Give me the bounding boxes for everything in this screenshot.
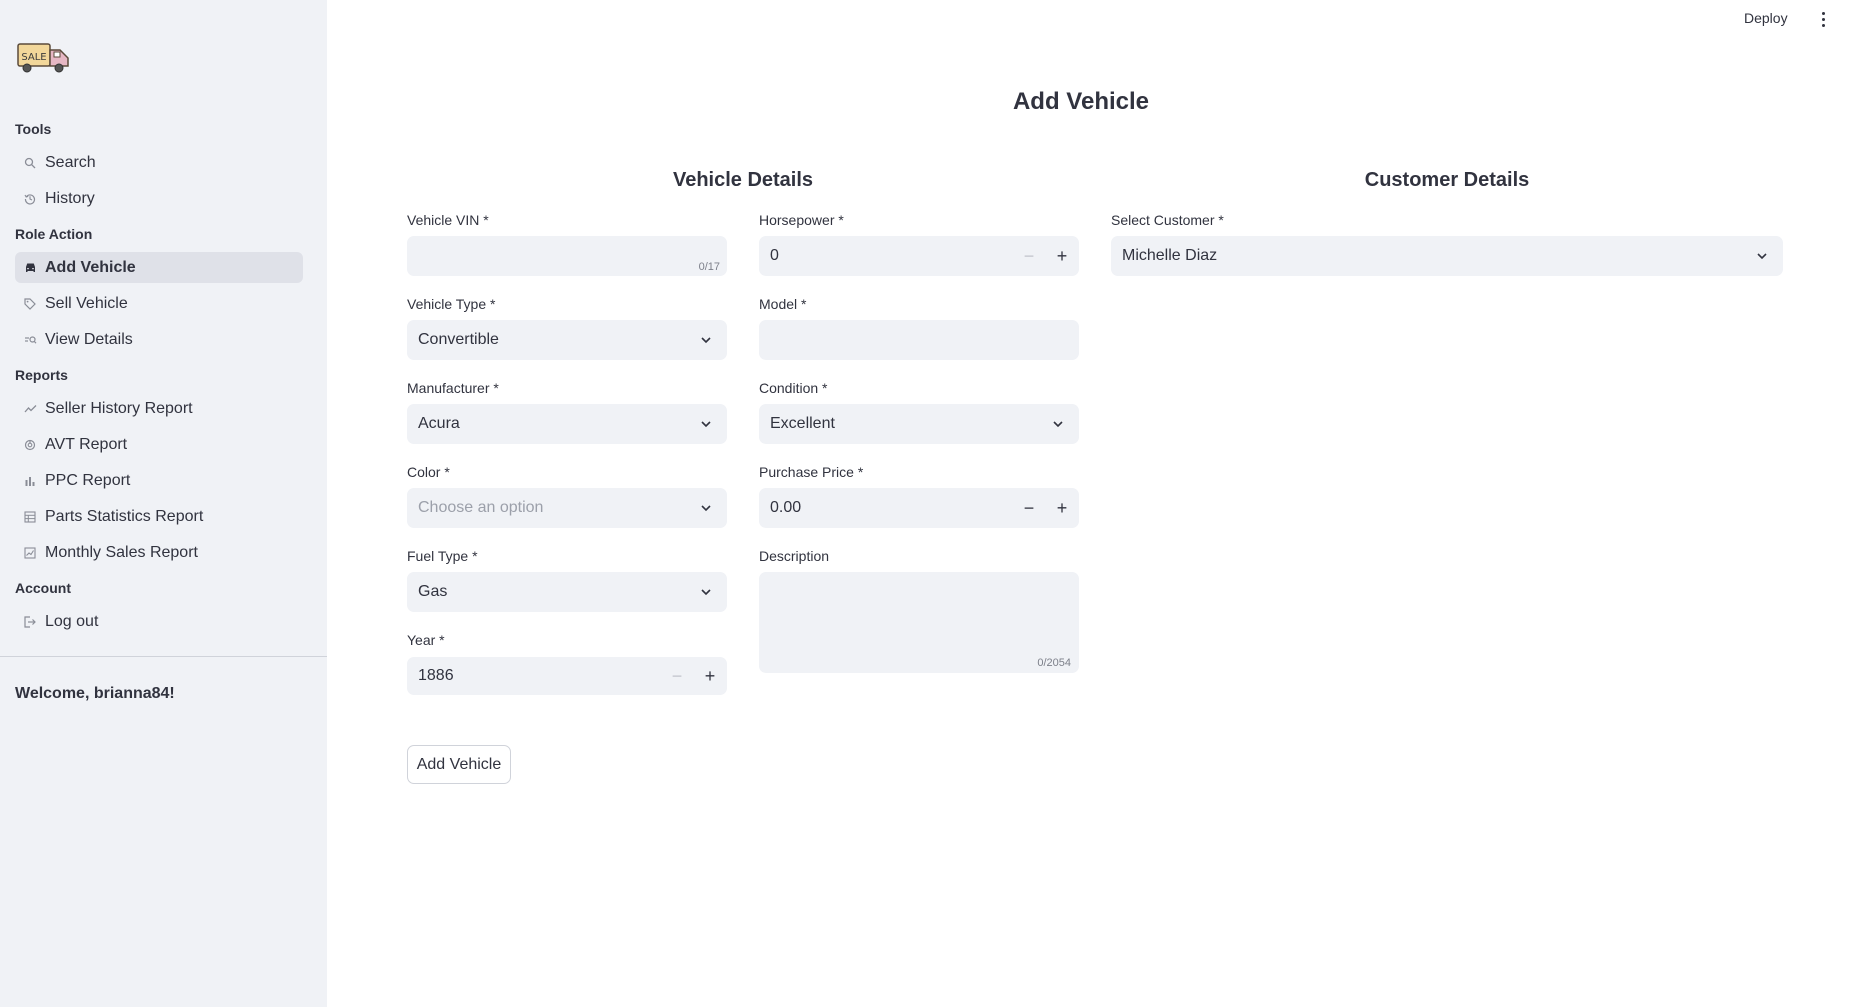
sidebar-item-view-details[interactable]: View Details — [15, 324, 303, 355]
add-vehicle-submit-button[interactable]: Add Vehicle — [407, 745, 511, 784]
customer-select[interactable]: Michelle Diaz — [1111, 236, 1783, 276]
manufacturer-value: Acura — [418, 415, 460, 432]
svg-text:SALE: SALE — [21, 52, 46, 63]
welcome-message: Welcome, brianna84! — [15, 685, 175, 702]
chevron-down-icon — [701, 589, 711, 596]
sidebar: SALE Tools Search History Role Action Ad… — [0, 0, 327, 1007]
year-increment-button[interactable]: + — [698, 664, 722, 688]
condition-select[interactable]: Excellent — [759, 404, 1079, 444]
sidebar-item-label: Search — [45, 153, 96, 171]
search-icon — [15, 157, 45, 169]
person-search-icon — [15, 334, 45, 346]
sidebar-item-label: History — [45, 189, 95, 207]
chevron-down-icon — [701, 421, 711, 428]
description-label: Description — [759, 548, 830, 564]
year-label: Year * — [407, 632, 445, 648]
manufacturer-label: Manufacturer * — [407, 380, 499, 396]
purchase-price-decrement-button[interactable]: − — [1017, 496, 1041, 520]
sidebar-item-monthly-sales-report[interactable]: Monthly Sales Report — [15, 537, 303, 568]
more-menu-icon[interactable] — [1815, 9, 1831, 29]
sidebar-item-history[interactable]: History — [15, 183, 303, 214]
sidebar-item-parts-statistics-report[interactable]: Parts Statistics Report — [15, 501, 303, 532]
logout-icon — [15, 615, 45, 628]
sidebar-item-ppc-report[interactable]: PPC Report — [15, 465, 303, 496]
color-placeholder: Choose an option — [418, 499, 544, 516]
sidebar-item-add-vehicle[interactable]: Add Vehicle — [15, 252, 303, 283]
section-role-action: Role Action — [15, 226, 93, 242]
manufacturer-select[interactable]: Acura — [407, 404, 727, 444]
customer-value: Michelle Diaz — [1122, 247, 1218, 264]
deploy-button[interactable]: Deploy — [1744, 10, 1788, 26]
sidebar-item-label: Seller History Report — [45, 399, 193, 417]
donut-icon — [15, 439, 45, 451]
vin-label: Vehicle VIN * — [407, 212, 489, 228]
purchase-price-label: Purchase Price * — [759, 464, 864, 480]
vin-input[interactable]: 0/17 — [407, 236, 727, 276]
line-chart-icon — [15, 546, 45, 559]
sidebar-item-label: Add Vehicle — [45, 258, 136, 276]
car-icon — [15, 262, 45, 274]
customer-details-heading: Customer Details — [1364, 169, 1530, 191]
sidebar-item-label: Log out — [45, 612, 99, 630]
model-label: Model * — [759, 296, 807, 312]
chevron-down-icon — [701, 505, 711, 512]
sidebar-item-label: PPC Report — [45, 471, 131, 489]
vin-char-counter: 0/17 — [698, 261, 720, 273]
year-decrement-button[interactable]: − — [665, 664, 689, 688]
year-value: 1886 — [418, 667, 454, 684]
color-label: Color * — [407, 464, 450, 480]
horsepower-increment-button[interactable]: + — [1050, 244, 1074, 268]
description-textarea[interactable]: 0/2054 — [759, 572, 1079, 673]
sidebar-item-label: Monthly Sales Report — [45, 543, 198, 561]
vehicle-type-label: Vehicle Type * — [407, 296, 496, 312]
chevron-down-icon — [701, 337, 711, 344]
sidebar-item-avt-report[interactable]: AVT Report — [15, 429, 303, 460]
vehicle-type-value: Convertible — [418, 331, 499, 348]
section-reports: Reports — [15, 367, 68, 383]
sidebar-item-sell-vehicle[interactable]: Sell Vehicle — [15, 288, 303, 319]
sidebar-divider — [0, 656, 327, 657]
year-number-input[interactable]: 1886 − + — [407, 657, 727, 695]
horsepower-decrement-button[interactable]: − — [1017, 244, 1041, 268]
trend-icon — [15, 404, 45, 414]
model-input[interactable] — [759, 320, 1079, 360]
condition-value: Excellent — [770, 415, 835, 432]
sidebar-item-search[interactable]: Search — [15, 147, 303, 178]
tag-icon — [15, 297, 45, 310]
sidebar-item-log-out[interactable]: Log out — [15, 606, 303, 637]
condition-label: Condition * — [759, 380, 828, 396]
customer-label: Select Customer * — [1111, 212, 1224, 228]
horsepower-number-input[interactable]: 0 − + — [759, 236, 1079, 276]
sidebar-item-label: Parts Statistics Report — [45, 507, 204, 525]
table-icon — [15, 510, 45, 523]
bar-chart-icon — [15, 475, 45, 487]
horsepower-value: 0 — [770, 247, 779, 264]
vehicle-details-heading: Vehicle Details — [672, 169, 814, 191]
page-title: Add Vehicle — [1012, 88, 1150, 115]
vehicle-type-select[interactable]: Convertible — [407, 320, 727, 360]
horsepower-label: Horsepower * — [759, 212, 844, 228]
chevron-down-icon — [1757, 253, 1767, 260]
sidebar-item-label: View Details — [45, 330, 133, 348]
sidebar-item-seller-history-report[interactable]: Seller History Report — [15, 393, 303, 424]
fuel-type-label: Fuel Type * — [407, 548, 478, 564]
history-icon — [15, 193, 45, 205]
section-account: Account — [15, 580, 71, 596]
chevron-down-icon — [1053, 421, 1063, 428]
purchase-price-value: 0.00 — [770, 499, 802, 516]
purchase-price-number-input[interactable]: 0.00 − + — [759, 488, 1079, 528]
sale-truck-logo: SALE — [17, 40, 71, 76]
fuel-type-value: Gas — [418, 583, 448, 600]
section-tools: Tools — [15, 121, 52, 137]
fuel-type-select[interactable]: Gas — [407, 572, 727, 612]
sidebar-item-label: Sell Vehicle — [45, 294, 128, 312]
color-select[interactable]: Choose an option — [407, 488, 727, 528]
description-char-counter: 0/2054 — [1037, 657, 1071, 669]
purchase-price-increment-button[interactable]: + — [1050, 496, 1074, 520]
sidebar-item-label: AVT Report — [45, 435, 128, 453]
